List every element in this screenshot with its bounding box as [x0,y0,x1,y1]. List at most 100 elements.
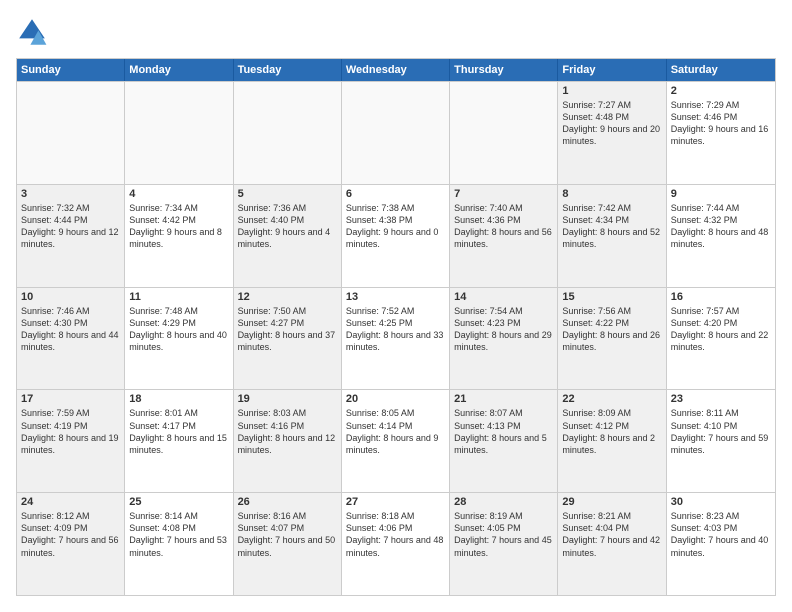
header [16,16,776,48]
calendar-cell: 1Sunrise: 7:27 AM Sunset: 4:48 PM Daylig… [558,82,666,184]
day-number: 24 [21,496,120,508]
day-number: 19 [238,393,337,405]
calendar-cell: 23 Sunrise: 8:11 AM Sunset: 4:10 PM Dayli… [667,390,775,492]
day-number: 16 [671,291,771,303]
header-day-thursday: Thursday [450,59,558,81]
cell-info: Sunrise: 7:48 AM Sunset: 4:29 PM Dayligh… [129,305,228,354]
day-number: 18 [129,393,228,405]
day-number: 7 [454,188,553,200]
calendar-cell: 19 Sunrise: 8:03 AM Sunset: 4:16 PM Dayli… [234,390,342,492]
header-day-sunday: Sunday [17,59,125,81]
calendar-cell: 27 Sunrise: 8:18 AM Sunset: 4:06 PM Dayli… [342,493,450,595]
header-day-friday: Friday [558,59,666,81]
day-number: 14 [454,291,553,303]
cell-info: Sunrise: 8:12 AM Sunset: 4:09 PM Dayligh… [21,510,120,559]
day-number: 30 [671,496,771,508]
calendar-cell [125,82,233,184]
cell-info: Sunrise: 7:50 AM Sunset: 4:27 PM Dayligh… [238,305,337,354]
calendar-header: SundayMondayTuesdayWednesdayThursdayFrid… [17,59,775,81]
calendar-cell: 7 Sunrise: 7:40 AM Sunset: 4:36 PM Daylig… [450,185,558,287]
day-number: 3 [21,188,120,200]
calendar-cell: 18 Sunrise: 8:01 AM Sunset: 4:17 PM Dayli… [125,390,233,492]
calendar-cell [17,82,125,184]
day-number: 9 [671,188,771,200]
calendar-row-1: 3 Sunrise: 7:32 AM Sunset: 4:44 PM Daylig… [17,184,775,287]
day-number: 10 [21,291,120,303]
calendar-cell [342,82,450,184]
calendar-cell: 22 Sunrise: 8:09 AM Sunset: 4:12 PM Dayli… [558,390,666,492]
cell-info: Sunrise: 7:56 AM Sunset: 4:22 PM Dayligh… [562,305,661,354]
cell-info: Sunrise: 8:07 AM Sunset: 4:13 PM Dayligh… [454,407,553,456]
cell-info: Sunrise: 8:09 AM Sunset: 4:12 PM Dayligh… [562,407,661,456]
calendar-cell: 17 Sunrise: 7:59 AM Sunset: 4:19 PM Dayli… [17,390,125,492]
calendar: SundayMondayTuesdayWednesdayThursdayFrid… [16,58,776,596]
calendar-cell: 4 Sunrise: 7:34 AM Sunset: 4:42 PM Daylig… [125,185,233,287]
cell-info: Sunrise: 7:42 AM Sunset: 4:34 PM Dayligh… [562,202,661,251]
cell-info: Sunrise: 7:32 AM Sunset: 4:44 PM Dayligh… [21,202,120,251]
cell-info: Sunrise: 8:05 AM Sunset: 4:14 PM Dayligh… [346,407,445,456]
calendar-cell: 24 Sunrise: 8:12 AM Sunset: 4:09 PM Dayli… [17,493,125,595]
calendar-cell: 29Sunrise: 8:21 AM Sunset: 4:04 PM Dayli… [558,493,666,595]
calendar-cell: 2 Sunrise: 7:29 AM Sunset: 4:46 PM Daylig… [667,82,775,184]
cell-info: Sunrise: 7:46 AM Sunset: 4:30 PM Dayligh… [21,305,120,354]
calendar-cell: 13Sunrise: 7:52 AM Sunset: 4:25 PM Dayli… [342,288,450,390]
day-number: 25 [129,496,228,508]
day-number: 17 [21,393,120,405]
day-number: 23 [671,393,771,405]
day-number: 12 [238,291,337,303]
cell-info: Sunrise: 7:57 AM Sunset: 4:20 PM Dayligh… [671,305,771,354]
calendar-cell: 8 Sunrise: 7:42 AM Sunset: 4:34 PM Daylig… [558,185,666,287]
cell-info: Sunrise: 7:54 AM Sunset: 4:23 PM Dayligh… [454,305,553,354]
header-day-tuesday: Tuesday [234,59,342,81]
header-day-wednesday: Wednesday [342,59,450,81]
calendar-cell: 14 Sunrise: 7:54 AM Sunset: 4:23 PM Dayli… [450,288,558,390]
cell-info: Sunrise: 7:44 AM Sunset: 4:32 PM Dayligh… [671,202,771,251]
calendar-cell: 11Sunrise: 7:48 AM Sunset: 4:29 PM Dayli… [125,288,233,390]
header-day-monday: Monday [125,59,233,81]
calendar-cell: 25 Sunrise: 8:14 AM Sunset: 4:08 PM Dayli… [125,493,233,595]
calendar-cell: 20 Sunrise: 8:05 AM Sunset: 4:14 PM Dayli… [342,390,450,492]
day-number: 2 [671,85,771,97]
calendar-row-4: 24 Sunrise: 8:12 AM Sunset: 4:09 PM Dayli… [17,492,775,595]
logo-icon [16,16,48,48]
cell-info: Sunrise: 8:18 AM Sunset: 4:06 PM Dayligh… [346,510,445,559]
day-number: 4 [129,188,228,200]
calendar-cell: 5Sunrise: 7:36 AM Sunset: 4:40 PM Daylig… [234,185,342,287]
day-number: 20 [346,393,445,405]
calendar-row-3: 17 Sunrise: 7:59 AM Sunset: 4:19 PM Dayli… [17,389,775,492]
calendar-row-0: 1Sunrise: 7:27 AM Sunset: 4:48 PM Daylig… [17,81,775,184]
calendar-cell: 9 Sunrise: 7:44 AM Sunset: 4:32 PM Daylig… [667,185,775,287]
calendar-cell: 21 Sunrise: 8:07 AM Sunset: 4:13 PM Dayli… [450,390,558,492]
cell-info: Sunrise: 7:38 AM Sunset: 4:38 PM Dayligh… [346,202,445,251]
header-day-saturday: Saturday [667,59,775,81]
day-number: 6 [346,188,445,200]
cell-info: Sunrise: 8:11 AM Sunset: 4:10 PM Dayligh… [671,407,771,456]
day-number: 26 [238,496,337,508]
cell-info: Sunrise: 7:34 AM Sunset: 4:42 PM Dayligh… [129,202,228,251]
day-number: 8 [562,188,661,200]
day-number: 27 [346,496,445,508]
calendar-cell [234,82,342,184]
day-number: 22 [562,393,661,405]
calendar-cell: 6 Sunrise: 7:38 AM Sunset: 4:38 PM Daylig… [342,185,450,287]
page: SundayMondayTuesdayWednesdayThursdayFrid… [0,0,792,612]
cell-info: Sunrise: 8:16 AM Sunset: 4:07 PM Dayligh… [238,510,337,559]
calendar-cell: 3 Sunrise: 7:32 AM Sunset: 4:44 PM Daylig… [17,185,125,287]
day-number: 15 [562,291,661,303]
cell-info: Sunrise: 7:29 AM Sunset: 4:46 PM Dayligh… [671,99,771,148]
day-number: 5 [238,188,337,200]
calendar-cell: 10 Sunrise: 7:46 AM Sunset: 4:30 PM Dayli… [17,288,125,390]
cell-info: Sunrise: 8:23 AM Sunset: 4:03 PM Dayligh… [671,510,771,559]
cell-info: Sunrise: 8:19 AM Sunset: 4:05 PM Dayligh… [454,510,553,559]
calendar-cell: 26 Sunrise: 8:16 AM Sunset: 4:07 PM Dayli… [234,493,342,595]
cell-info: Sunrise: 8:14 AM Sunset: 4:08 PM Dayligh… [129,510,228,559]
day-number: 1 [562,85,661,97]
calendar-cell [450,82,558,184]
cell-info: Sunrise: 7:40 AM Sunset: 4:36 PM Dayligh… [454,202,553,251]
cell-info: Sunrise: 8:03 AM Sunset: 4:16 PM Dayligh… [238,407,337,456]
day-number: 28 [454,496,553,508]
day-number: 21 [454,393,553,405]
cell-info: Sunrise: 7:59 AM Sunset: 4:19 PM Dayligh… [21,407,120,456]
calendar-cell: 30 Sunrise: 8:23 AM Sunset: 4:03 PM Dayli… [667,493,775,595]
cell-info: Sunrise: 8:01 AM Sunset: 4:17 PM Dayligh… [129,407,228,456]
